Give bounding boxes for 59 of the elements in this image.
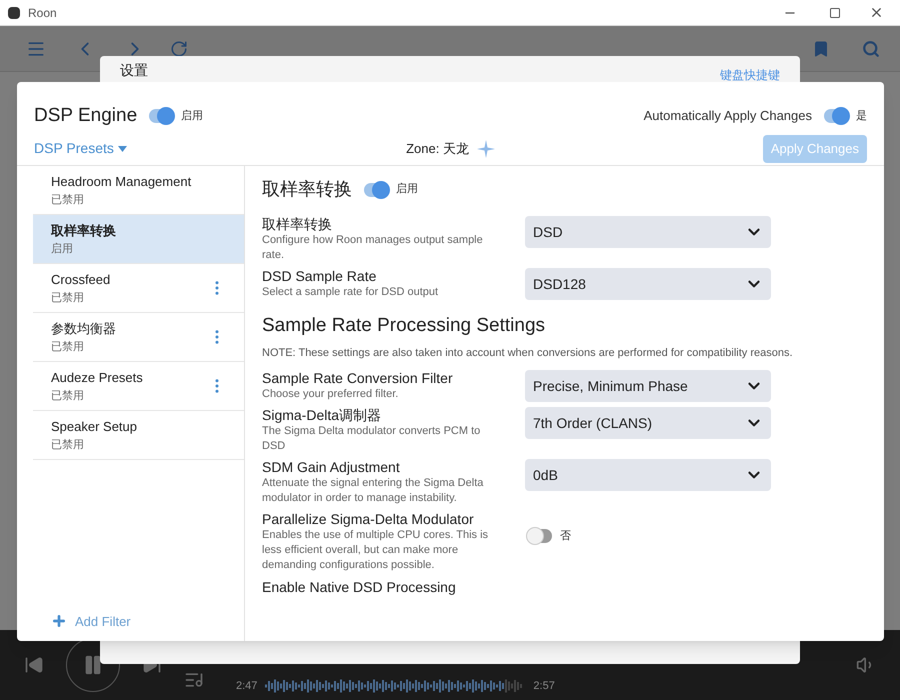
filter-name: Headroom Management (51, 173, 192, 191)
setting-label: Parallelize Sigma-Delta Modulator (262, 510, 475, 528)
filter-name: Speaker Setup (51, 418, 138, 436)
setting-description: Attenuate the signal entering the Sigma Delta modulator in order to manage instability. (262, 476, 484, 506)
toggle-switch[interactable] (364, 182, 388, 196)
setting-description: Enables the use of multiple CPU cores. This is less efficient overall, but can make more demanding configurations possible. (262, 528, 490, 573)
toggle-state: 是 (856, 108, 867, 124)
setting-description: Select a sample rate for DSD output (262, 285, 440, 300)
total-time: 2:57 (533, 678, 555, 694)
window-title: Roon (28, 4, 57, 22)
filter-name: 参数均衡器 (51, 320, 117, 338)
elapsed-time: 2:47 (236, 678, 258, 694)
sparkle-icon (476, 140, 495, 158)
setting-label: Sigma-Delta调制器 (262, 406, 382, 424)
filter-status: 已禁用 (51, 290, 85, 306)
setting-description: Configure how Roon manages output sample rate. (262, 233, 484, 263)
app-logo-icon (8, 6, 20, 18)
setting-label: 取样率转换 (262, 215, 333, 233)
section-heading: Sample Rate Processing Settings (262, 314, 546, 338)
setting-description: The Sigma Delta modulator converts PCM to DSD (262, 424, 482, 454)
filter-item[interactable]: 取样率转换 启用 (33, 215, 244, 264)
toggle-switch[interactable] (824, 109, 848, 123)
filter-status: 已禁用 (51, 388, 85, 404)
setting-label: Sample Rate Conversion Filter (262, 369, 454, 387)
dropdown-select[interactable]: DSD128 (525, 268, 771, 300)
plus-icon (51, 613, 67, 630)
filter-status: 启用 (51, 242, 74, 256)
toggle-state: 启用 (396, 182, 418, 198)
refresh-icon[interactable] (170, 40, 188, 58)
toggle-state: 启用 (181, 108, 204, 124)
zone-label: Zone: 天龙 (406, 140, 469, 158)
dropdown-select[interactable]: DSD (525, 216, 771, 248)
toggle-switch[interactable] (149, 109, 174, 123)
dropdown-select[interactable]: 7th Order (CLANS) (525, 407, 771, 439)
dropdown-select[interactable]: 0dB (525, 459, 771, 491)
previous-icon[interactable] (24, 655, 44, 675)
dialog-title: 设置 (120, 61, 148, 80)
setting-label: DSD Sample Rate (262, 267, 378, 285)
setting-label: Enable Native DSD Processing (262, 578, 457, 597)
setting-description: Choose your preferred filter. (262, 387, 400, 402)
note-text: NOTE: These settings are also taken into account when conversions are performed for compatibility reasons. (262, 346, 794, 360)
filter-status: 已禁用 (51, 340, 85, 354)
filter-status: 已禁用 (51, 438, 85, 452)
search-icon[interactable] (862, 40, 880, 58)
maximize-icon[interactable] (829, 6, 841, 18)
close-icon[interactable] (869, 5, 884, 20)
auto-apply-label: Automatically Apply Changes (644, 107, 812, 126)
dropdown-select[interactable]: Precise, Minimum Phase (525, 370, 771, 402)
filter-name: 取样率转换 (51, 222, 117, 240)
toggle-state: 否 (560, 529, 571, 544)
filter-name: Crossfeed (51, 271, 112, 289)
filter-status: 已禁用 (51, 192, 85, 208)
toggle-switch[interactable] (528, 529, 552, 544)
filter-name: Audeze Presets (51, 369, 144, 387)
caret-down-icon (118, 146, 127, 152)
setting-label: SDM Gain Adjustment (262, 458, 401, 476)
dialog-title: DSP Engine (34, 104, 138, 128)
bookmark-icon[interactable] (812, 40, 830, 58)
section-title: 取样率转换 (262, 178, 352, 201)
